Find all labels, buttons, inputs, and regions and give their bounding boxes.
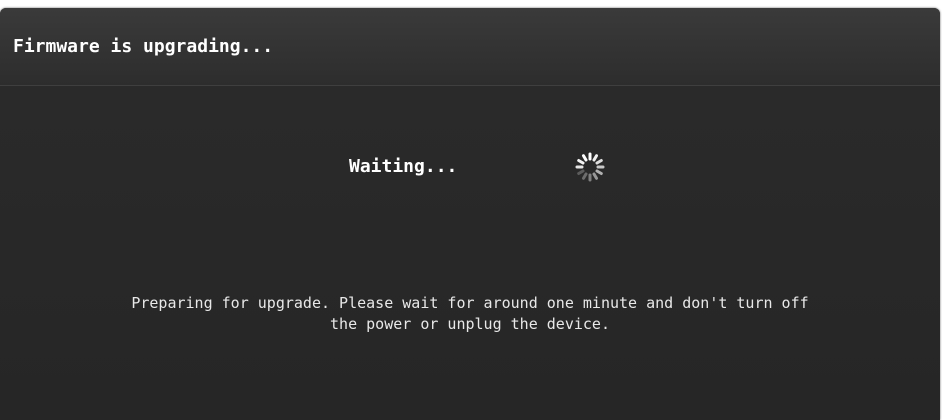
dialog-title: Firmware is upgrading...	[13, 36, 274, 57]
waiting-status: Waiting...	[349, 156, 458, 177]
dialog-content: Waiting... Preparing for upgrade. Please…	[0, 86, 940, 420]
loading-spinner-icon	[575, 152, 605, 182]
dialog-titlebar: Firmware is upgrading...	[0, 8, 940, 86]
upgrade-message-line-2: the power or unplug the device.	[330, 315, 610, 333]
firmware-upgrade-dialog: Firmware is upgrading... Waiting... Prep…	[0, 8, 940, 420]
upgrade-message: Preparing for upgrade. Please wait for a…	[40, 293, 900, 335]
upgrade-message-line-1: Preparing for upgrade. Please wait for a…	[131, 294, 809, 312]
